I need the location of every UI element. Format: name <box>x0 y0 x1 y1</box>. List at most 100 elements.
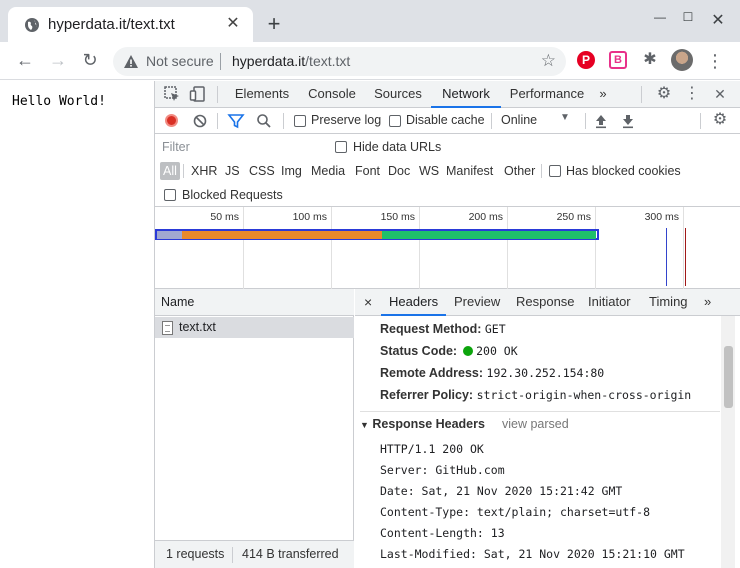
clear-icon[interactable] <box>191 112 209 130</box>
maximize-icon[interactable]: ☐ <box>678 10 698 30</box>
preserve-log-checkbox[interactable] <box>294 115 306 127</box>
reload-icon[interactable]: ↻ <box>79 50 101 72</box>
tab-response[interactable]: Response <box>516 289 575 316</box>
blocked-requests-checkbox[interactable] <box>164 189 176 201</box>
toolbar-divider <box>641 86 642 103</box>
tab-network[interactable]: Network <box>431 81 501 108</box>
tab-title: hyperdata.it/text.txt <box>48 16 175 33</box>
tab-timing[interactable]: Timing <box>649 289 688 316</box>
b-extension-icon[interactable]: B <box>609 51 627 69</box>
has-blocked-cookies-label: Has blocked cookies <box>566 164 681 178</box>
document-icon <box>162 321 173 335</box>
tab-close-icon[interactable]: ✕ <box>225 16 241 32</box>
type-filter-other[interactable]: Other <box>504 162 535 180</box>
type-filter-xhr[interactable]: XHR <box>191 162 217 180</box>
name-column-header[interactable]: Name <box>155 289 354 316</box>
type-filter-js[interactable]: JS <box>225 162 240 180</box>
type-filter-font[interactable]: Font <box>355 162 380 180</box>
header-key: Remote Address: <box>380 366 484 380</box>
resource-type-filters: All XHR JS CSS Img Media Font Doc WS Man… <box>155 159 740 183</box>
disable-cache-label: Disable cache <box>406 113 485 127</box>
timeline-gridline <box>419 207 420 289</box>
type-filter-all[interactable]: All <box>160 162 180 180</box>
disable-cache-checkbox[interactable] <box>389 115 401 127</box>
tab-initiator[interactable]: Initiator <box>588 289 631 316</box>
record-button-icon[interactable] <box>165 114 178 127</box>
devtools-menu-icon[interactable]: ⋮ <box>683 85 701 103</box>
timeline-tick-label: 250 ms <box>556 211 591 223</box>
details-scrollbar[interactable] <box>721 316 735 568</box>
throttling-select[interactable]: Online <box>501 113 537 127</box>
window-close-icon[interactable]: ✕ <box>708 10 728 30</box>
load-event-line <box>685 228 686 286</box>
header-key: Request Method: <box>380 322 482 336</box>
response-header-line: Content-Type: text/plain; charset=utf-8 <box>380 505 651 519</box>
tab-performance[interactable]: Performance <box>508 81 586 108</box>
tab-sources[interactable]: Sources <box>372 81 424 108</box>
url-text[interactable]: hyperdata.it/text.txt <box>232 53 350 69</box>
chevron-down-icon[interactable]: ▼ <box>560 112 570 123</box>
settings-gear-icon[interactable]: ⚙ <box>655 85 673 103</box>
type-filter-doc[interactable]: Doc <box>388 162 410 180</box>
minimize-icon[interactable]: — <box>650 10 670 30</box>
filter-input[interactable]: Filter <box>159 137 322 157</box>
inspect-element-icon[interactable] <box>163 85 181 103</box>
section-title: Response Headers <box>372 417 485 431</box>
scrollbar-thumb[interactable] <box>724 346 733 408</box>
pinterest-extension-icon[interactable]: P <box>577 51 595 69</box>
profile-avatar[interactable] <box>671 49 693 71</box>
tab-console[interactable]: Console <box>305 81 359 108</box>
back-icon[interactable]: ← <box>14 50 36 72</box>
warning-icon[interactable] <box>123 54 139 70</box>
import-har-icon[interactable] <box>592 112 610 130</box>
more-detail-tabs-icon[interactable]: » <box>704 289 711 316</box>
security-label[interactable]: Not secure <box>146 53 214 69</box>
table-row[interactable]: text.txt <box>155 317 354 338</box>
more-tabs-icon[interactable]: » <box>596 81 610 108</box>
network-toolbar: Preserve log Disable cache Online ▼ ⚙ <box>155 108 740 134</box>
tab-headers[interactable]: Headers <box>381 289 447 316</box>
response-header-line: Date: Sat, 21 Nov 2020 15:21:42 GMT <box>380 484 623 498</box>
timeline-tick-label: 100 ms <box>292 211 327 223</box>
browser-menu-icon[interactable]: ⋮ <box>706 50 724 72</box>
omnibox-divider <box>220 53 221 70</box>
toolbar-divider <box>217 113 218 129</box>
type-filter-media[interactable]: Media <box>311 162 345 180</box>
new-tab-button[interactable]: + <box>262 13 286 37</box>
header-key: Referrer Policy: <box>380 388 474 402</box>
url-host: hyperdata.it <box>232 53 306 69</box>
timeline-gridline <box>331 207 332 289</box>
extensions-puzzle-icon[interactable]: ✱ <box>641 51 659 69</box>
preserve-log-label: Preserve log <box>311 113 382 127</box>
timeline-tick-label: 150 ms <box>380 211 415 223</box>
browser-toolbar: ← → ↻ Not secure hyperdata.it/text.txt ☆… <box>0 42 740 80</box>
bookmark-star-icon[interactable]: ☆ <box>541 51 556 71</box>
hide-data-urls-checkbox[interactable] <box>335 141 347 153</box>
network-overview-timeline[interactable]: 50 ms 100 ms 150 ms 200 ms 250 ms 300 ms <box>155 207 740 289</box>
browser-tab[interactable]: hyperdata.it/text.txt ✕ <box>8 7 253 42</box>
toolbar-divider <box>491 113 492 129</box>
details-close-icon[interactable]: × <box>364 289 372 316</box>
forward-icon[interactable]: → <box>47 50 69 72</box>
has-blocked-cookies-checkbox[interactable] <box>549 165 561 177</box>
type-filter-manifest[interactable]: Manifest <box>446 162 493 180</box>
search-icon[interactable] <box>255 112 273 130</box>
type-filter-img[interactable]: Img <box>281 162 302 180</box>
export-har-icon[interactable] <box>619 112 637 130</box>
type-filter-ws[interactable]: WS <box>419 162 439 180</box>
header-value: strict-origin-when-cross-origin <box>476 388 692 402</box>
address-bar[interactable]: Not secure hyperdata.it/text.txt ☆ <box>113 47 566 76</box>
filter-funnel-icon[interactable] <box>227 112 245 130</box>
network-settings-gear-icon[interactable]: ⚙ <box>711 111 729 129</box>
tab-preview[interactable]: Preview <box>454 289 500 316</box>
device-toolbar-icon[interactable] <box>189 85 207 103</box>
timeline-gridline <box>507 207 508 289</box>
tab-elements[interactable]: Elements <box>233 81 291 108</box>
dom-content-loaded-line <box>666 228 667 286</box>
devtools-close-icon[interactable]: ✕ <box>711 85 729 103</box>
view-parsed-link[interactable]: view parsed <box>502 417 569 431</box>
type-filter-css[interactable]: CSS <box>249 162 275 180</box>
request-name: text.txt <box>179 320 216 334</box>
header-key: Status Code: <box>380 344 458 358</box>
remote-address-row: Remote Address: 192.30.252.154:80 <box>380 366 604 380</box>
